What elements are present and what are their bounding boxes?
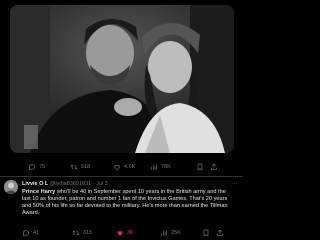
couple-photo-image (10, 5, 234, 153)
author-name[interactable]: Livvie O L (22, 181, 48, 187)
views-count: 25K (171, 230, 181, 236)
heart-filled-icon (117, 231, 123, 236)
author-handle[interactable]: @lydia83691831 (50, 181, 91, 187)
comment-icon (22, 230, 29, 237)
bookmark-icon (203, 229, 209, 237)
retweet-count: 315 (83, 230, 93, 236)
share-icon (217, 229, 223, 236)
like-count: 4.6K (124, 164, 136, 170)
reply-actions: 41 315 3K 25K (0, 226, 243, 240)
reply-header: Livvie O L @lydia83691831 · Jul 3 (22, 181, 108, 187)
tweet-actions: 75 518 4.6K 78K (0, 160, 243, 174)
share-button[interactable] (216, 229, 224, 237)
retweet-count: 518 (81, 164, 91, 170)
views-icon (151, 164, 157, 170)
views-count: 78K (161, 164, 171, 170)
bookmark-button[interactable] (202, 229, 210, 237)
post-date[interactable]: Jul 3 (96, 181, 108, 187)
reply-count: 41 (33, 230, 40, 236)
reply-button[interactable]: 41 (22, 229, 39, 237)
mention-prince-harry: Prince Harry (22, 189, 56, 195)
like-count: 3K (127, 230, 134, 236)
bookmark-icon (197, 163, 203, 171)
tweet-photo[interactable] (10, 5, 234, 153)
like-button[interactable]: 4.6K (113, 163, 135, 171)
share-icon (211, 163, 217, 170)
views-icon (161, 230, 167, 236)
bookmark-button[interactable] (196, 163, 204, 171)
share-button[interactable] (210, 163, 218, 171)
views-button[interactable]: 25K (160, 229, 181, 237)
reply-text: Prince Harry who'll be 40 in September s… (22, 189, 236, 217)
retweet-icon (72, 230, 80, 236)
avatar-image (4, 180, 18, 194)
reply-button[interactable]: 75 (28, 163, 45, 171)
reply-count: 75 (39, 164, 46, 170)
views-button[interactable]: 78K (150, 163, 171, 171)
retweet-button[interactable]: 518 (70, 163, 90, 171)
avatar[interactable] (4, 180, 18, 194)
separator-dot: · (92, 181, 95, 187)
like-button[interactable]: 3K (116, 229, 134, 237)
more-options-icon[interactable]: ··· (231, 180, 238, 187)
retweet-icon (70, 164, 78, 170)
comment-icon (28, 164, 35, 171)
retweet-button[interactable]: 315 (72, 229, 92, 237)
divider (0, 176, 243, 177)
heart-icon (114, 164, 120, 171)
